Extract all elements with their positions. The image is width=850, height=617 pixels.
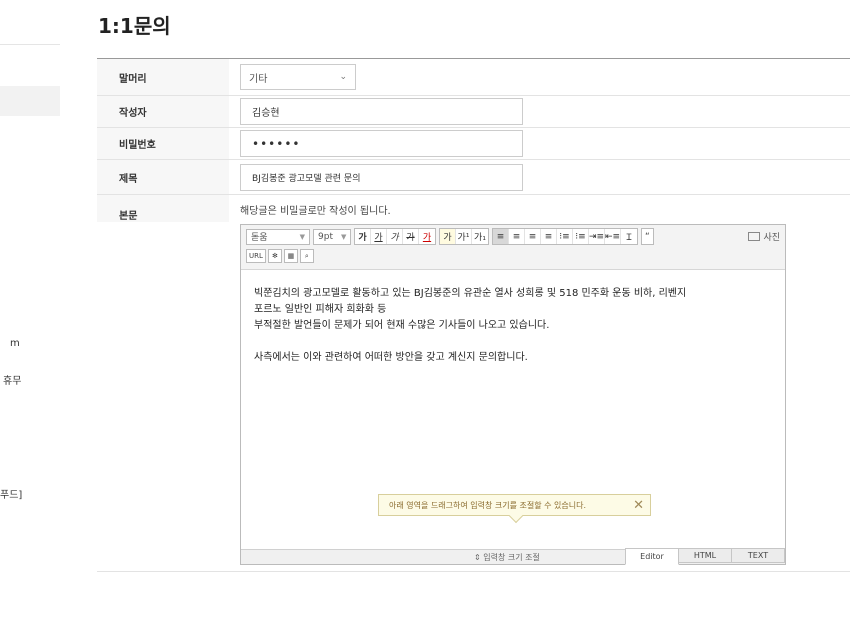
- dropdown-arrow-icon: ▼: [299, 232, 305, 241]
- tab-html[interactable]: HTML: [678, 548, 732, 563]
- editor-content[interactable]: 빅쭌김치의 광고모델로 활동하고 있는 BJ김봉준의 유관순 열사 성희롱 및 …: [241, 270, 785, 382]
- editor-mode-tabs: Editor HTML TEXT: [625, 548, 785, 565]
- ordered-list-button[interactable]: ⁝≡: [557, 229, 573, 244]
- indent-button[interactable]: ⇥≡: [589, 229, 605, 244]
- font-family-select[interactable]: 돋움 ▼: [246, 228, 310, 245]
- content-line: 부적절한 발언들이 문제가 되어 현재 수많은 기사들이 나오고 있습니다.: [254, 320, 550, 331]
- color-group: 가 가¹ 가₁: [439, 228, 489, 245]
- sidebar-fragment[interactable]: 휴무: [3, 372, 21, 387]
- header-row: 말머리 기타 ⌄: [97, 59, 850, 96]
- font-family-value: 돋움: [251, 233, 268, 243]
- find-icon[interactable]: ⌕: [299, 249, 314, 263]
- photo-icon: [748, 232, 761, 241]
- password-row: 비밀번호 ••••••: [97, 128, 850, 160]
- editor-footer: ⇕ 입력창 크기 조절 Editor HTML TEXT: [241, 548, 785, 565]
- author-row: 작성자 김승현: [97, 96, 850, 128]
- subject-row: 제목 BJ김봉준 광고모델 관련 문의: [97, 160, 850, 195]
- content-line: 사측에서는 이와 관련하여 어떠한 방안을 갖고 계신지 문의합니다.: [254, 352, 528, 363]
- tab-text[interactable]: TEXT: [731, 548, 785, 563]
- subject-input[interactable]: BJ김봉준 광고모델 관련 문의: [240, 163, 523, 191]
- line-height-button[interactable]: Ɪ: [621, 229, 637, 244]
- subject-label: 제목: [97, 160, 229, 194]
- sidebar-fragment[interactable]: m: [10, 338, 20, 349]
- photo-label: 사진: [763, 233, 780, 243]
- align-center-button[interactable]: ≡: [509, 229, 525, 244]
- header-select-value: 기타: [249, 73, 268, 85]
- dropdown-arrow-icon: ▼: [340, 232, 347, 241]
- bold-button[interactable]: 가: [355, 229, 371, 244]
- align-justify-button[interactable]: ≡: [541, 229, 557, 244]
- sidebar-fragment[interactable]: 푸드]: [0, 486, 22, 501]
- tab-editor[interactable]: Editor: [625, 548, 679, 565]
- text-format-group: 가 가 가 가 가: [354, 228, 436, 245]
- sidebar-active-item[interactable]: [0, 86, 60, 116]
- superscript-button[interactable]: 가¹: [456, 229, 472, 244]
- font-size-select[interactable]: 9pt ▼: [313, 228, 351, 245]
- photo-button[interactable]: 사진: [748, 230, 780, 243]
- rich-text-editor: 돋움 ▼ 9pt ▼ 가 가 가 가 가 가 가¹ 가₁ ≡ ≡ ≡ ≡ ⁝≡ …: [240, 224, 786, 565]
- editor-toolbar: 돋움 ▼ 9pt ▼ 가 가 가 가 가 가 가¹ 가₁ ≡ ≡ ≡ ≡ ⁝≡ …: [241, 225, 785, 270]
- resize-tooltip-text: 아래 영역을 드래그하여 입력창 크기를 조절할 수 있습니다.: [389, 500, 586, 510]
- body-notice: 해당글은 비밀글로만 작성이 됩니다.: [240, 206, 391, 217]
- author-label: 작성자: [97, 96, 229, 127]
- strikethrough-button[interactable]: 가: [403, 229, 419, 244]
- underline-button[interactable]: 가: [371, 229, 387, 244]
- table-icon[interactable]: ▦: [283, 249, 298, 263]
- italic-button[interactable]: 가: [387, 229, 403, 244]
- align-group: ≡ ≡ ≡ ≡ ⁝≡ ⁝≡ ⇥≡ ⇤≡ Ɪ: [492, 228, 638, 245]
- body-label: 본문: [97, 195, 229, 222]
- resize-tooltip: 아래 영역을 드래그하여 입력창 크기를 조절할 수 있습니다. ✕: [378, 494, 651, 524]
- url-button[interactable]: URL: [246, 249, 266, 263]
- unordered-list-button[interactable]: ⁝≡: [573, 229, 589, 244]
- page-title: 1:1문의: [98, 14, 171, 38]
- highlight-color-button[interactable]: 가: [440, 229, 456, 244]
- inquiry-form: 말머리 기타 ⌄ 작성자 김승현 비밀번호 •••••• 제목 BJ김봉준 광고…: [97, 58, 850, 572]
- header-select[interactable]: 기타 ⌄: [240, 64, 356, 90]
- align-left-button[interactable]: ≡: [493, 229, 509, 244]
- body-row: 본문 해당글은 비밀글로만 작성이 됩니다. 돋움 ▼ 9pt ▼ 가 가 가 …: [97, 195, 850, 572]
- quote-button[interactable]: “: [641, 228, 654, 245]
- sidebar-divider: [0, 44, 60, 45]
- header-label: 말머리: [97, 59, 229, 95]
- password-label: 비밀번호: [97, 128, 229, 159]
- left-sidebar: m 휴무 푸드]: [0, 0, 60, 617]
- chevron-down-icon: ⌄: [339, 72, 347, 82]
- font-size-value: 9pt: [318, 231, 333, 242]
- align-right-button[interactable]: ≡: [525, 229, 541, 244]
- password-input[interactable]: ••••••: [240, 130, 523, 157]
- content-line: 빅쭌김치의 광고모델로 활동하고 있는 BJ김봉준의 유관순 열사 성희롱 및 …: [254, 288, 687, 299]
- font-color-button[interactable]: 가: [419, 229, 435, 244]
- content-line: 포르노 일반인 피해자 희화화 등: [254, 304, 387, 315]
- special-char-icon[interactable]: ✻: [267, 249, 282, 263]
- resize-handle[interactable]: ⇕ 입력창 크기 조절: [474, 552, 540, 563]
- subscript-button[interactable]: 가₁: [472, 229, 488, 244]
- close-icon[interactable]: ✕: [633, 498, 644, 513]
- author-input[interactable]: 김승현: [240, 98, 523, 125]
- outdent-button[interactable]: ⇤≡: [605, 229, 621, 244]
